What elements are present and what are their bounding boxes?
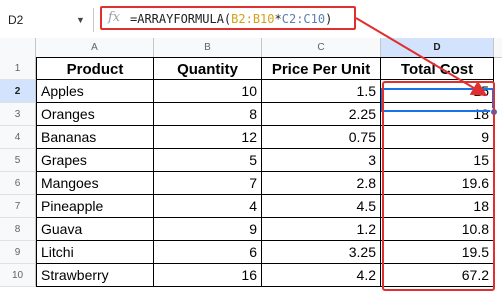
table-cell[interactable]: 16 [154, 264, 262, 287]
row-header[interactable]: 4 [0, 126, 36, 149]
table-cell[interactable]: 19.6 [381, 172, 494, 195]
table-cell[interactable]: 2.25 [262, 103, 381, 126]
row-header[interactable]: 5 [0, 149, 36, 172]
table-cell[interactable]: 67.2 [381, 264, 494, 287]
table-cell[interactable]: 15 [381, 149, 494, 172]
name-box-value: D2 [8, 13, 24, 27]
table-cell[interactable]: 1.2 [262, 218, 381, 241]
table-cell[interactable]: 6 [154, 241, 262, 264]
row-header[interactable]: 10 [0, 264, 36, 287]
header-row: 1 Product Quantity Price Per Unit Total Cost [0, 57, 502, 80]
select-all-corner[interactable] [0, 38, 36, 57]
row-header[interactable]: 8 [0, 218, 36, 241]
table-row: 9 Litchi 6 3.25 19.5 [0, 241, 502, 264]
table-cell[interactable]: 10.8 [381, 218, 494, 241]
row-header[interactable]: 6 [0, 172, 36, 195]
name-box[interactable]: D2 ▼ [6, 10, 85, 30]
row-header[interactable]: 3 [0, 103, 36, 126]
table-cell[interactable]: Oranges [36, 103, 154, 126]
column-header-a[interactable]: A [36, 38, 154, 57]
table-cell[interactable]: 19.5 [381, 241, 494, 264]
column-header-c[interactable]: C [262, 38, 381, 57]
table-cell[interactable]: 3.25 [262, 241, 381, 264]
column-header-row: A B C D [0, 38, 502, 58]
chevron-down-icon[interactable]: ▼ [76, 10, 85, 30]
formula-divider [93, 8, 94, 32]
table-row: 4 Bananas 12 0.75 9 [0, 126, 502, 149]
table-cell[interactable]: Guava [36, 218, 154, 241]
table-cell[interactable]: 1.5 [262, 80, 381, 103]
column-header-d[interactable]: D [381, 38, 494, 57]
row-header[interactable]: 9 [0, 241, 36, 264]
row-header[interactable]: 7 [0, 195, 36, 218]
formula-bar: D2 ▼ fx =ARRAYFORMULA(B2:B10*C2:C10) [0, 0, 502, 38]
table-row: 2 Apples 10 1.5 15 [0, 80, 502, 103]
table-cell[interactable]: 7 [154, 172, 262, 195]
table-cell[interactable]: 15 [381, 80, 494, 103]
table-cell[interactable]: Mangoes [36, 172, 154, 195]
table-cell[interactable]: 4.2 [262, 264, 381, 287]
formula-highlight-box [100, 6, 356, 30]
header-cell[interactable]: Price Per Unit [262, 57, 381, 80]
table-cell[interactable]: 4.5 [262, 195, 381, 218]
table-cell[interactable]: 2.8 [262, 172, 381, 195]
table-cell[interactable]: Litchi [36, 241, 154, 264]
table-row: 3 Oranges 8 2.25 18 [0, 103, 502, 126]
header-cell[interactable]: Total Cost [381, 57, 494, 80]
fill-handle[interactable] [490, 108, 498, 116]
table-row: 10 Strawberry 16 4.2 67.2 [0, 264, 502, 287]
row-header[interactable]: 2 [0, 80, 36, 103]
table-cell[interactable]: 4 [154, 195, 262, 218]
table-cell[interactable]: Pineapple [36, 195, 154, 218]
header-cell[interactable]: Quantity [154, 57, 262, 80]
table-row: 7 Pineapple 4 4.5 18 [0, 195, 502, 218]
table-cell[interactable]: 18 [381, 195, 494, 218]
table-cell[interactable]: Grapes [36, 149, 154, 172]
table-cell[interactable]: 12 [154, 126, 262, 149]
table-row: 8 Guava 9 1.2 10.8 [0, 218, 502, 241]
table-cell[interactable]: 3 [262, 149, 381, 172]
table-cell[interactable]: Strawberry [36, 264, 154, 287]
table-cell[interactable]: 10 [154, 80, 262, 103]
table-cell[interactable]: 5 [154, 149, 262, 172]
column-header-b[interactable]: B [154, 38, 262, 57]
table-cell[interactable]: 9 [381, 126, 494, 149]
table-cell[interactable]: 8 [154, 103, 262, 126]
table-cell[interactable]: Bananas [36, 126, 154, 149]
table-cell[interactable]: 9 [154, 218, 262, 241]
row-header[interactable]: 1 [0, 57, 36, 80]
table-row: 6 Mangoes 7 2.8 19.6 [0, 172, 502, 195]
table-cell[interactable]: 18 [381, 103, 494, 126]
table-row: 5 Grapes 5 3 15 [0, 149, 502, 172]
table-cell[interactable]: 0.75 [262, 126, 381, 149]
table-cell[interactable]: Apples [36, 80, 154, 103]
header-cell[interactable]: Product [36, 57, 154, 80]
